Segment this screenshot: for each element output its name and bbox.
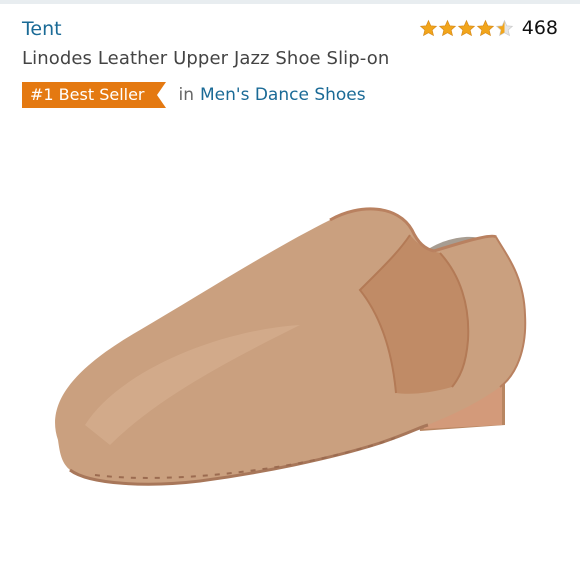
star-icon — [419, 19, 437, 36]
star-icon — [438, 19, 456, 36]
star-icon — [457, 19, 475, 36]
top-divider — [0, 0, 580, 4]
star-half-icon — [495, 19, 513, 36]
star-icon — [476, 19, 494, 36]
best-seller-badge[interactable]: #1 Best Seller — [22, 82, 165, 108]
star-rating — [419, 19, 514, 38]
best-seller-row: #1 Best Seller in Men's Dance Shoes — [22, 82, 366, 108]
product-title: Linodes Leather Upper Jazz Shoe Slip-on — [22, 48, 390, 69]
category-link[interactable]: Men's Dance Shoes — [200, 85, 366, 105]
product-image[interactable] — [0, 125, 580, 580]
review-count[interactable]: 468 — [522, 17, 558, 39]
category-prefix: in — [178, 85, 195, 105]
rating-summary[interactable]: 468 — [419, 17, 558, 39]
brand-link[interactable]: Tent — [22, 18, 62, 40]
